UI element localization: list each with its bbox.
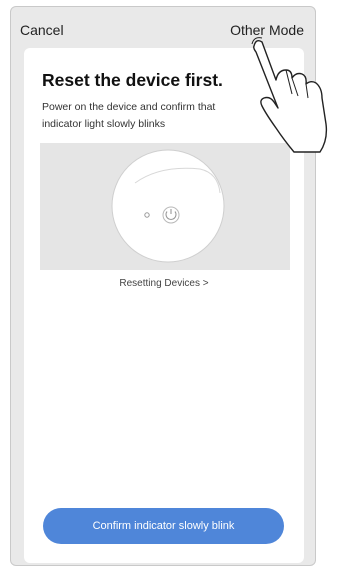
- resetting-devices-link[interactable]: Resetting Devices >: [24, 278, 304, 289]
- cancel-button[interactable]: Cancel: [20, 22, 64, 38]
- instruction-text: Power on the device and confirm that ind…: [42, 101, 216, 130]
- confirm-indicator-button[interactable]: Confirm indicator slowly blink: [43, 508, 284, 544]
- device-illustration: [40, 143, 290, 270]
- device-illustration-svg: [111, 149, 225, 263]
- pointing-hand-icon: [251, 37, 328, 153]
- device-body: [111, 149, 225, 263]
- page-title: Reset the device first.: [42, 70, 223, 90]
